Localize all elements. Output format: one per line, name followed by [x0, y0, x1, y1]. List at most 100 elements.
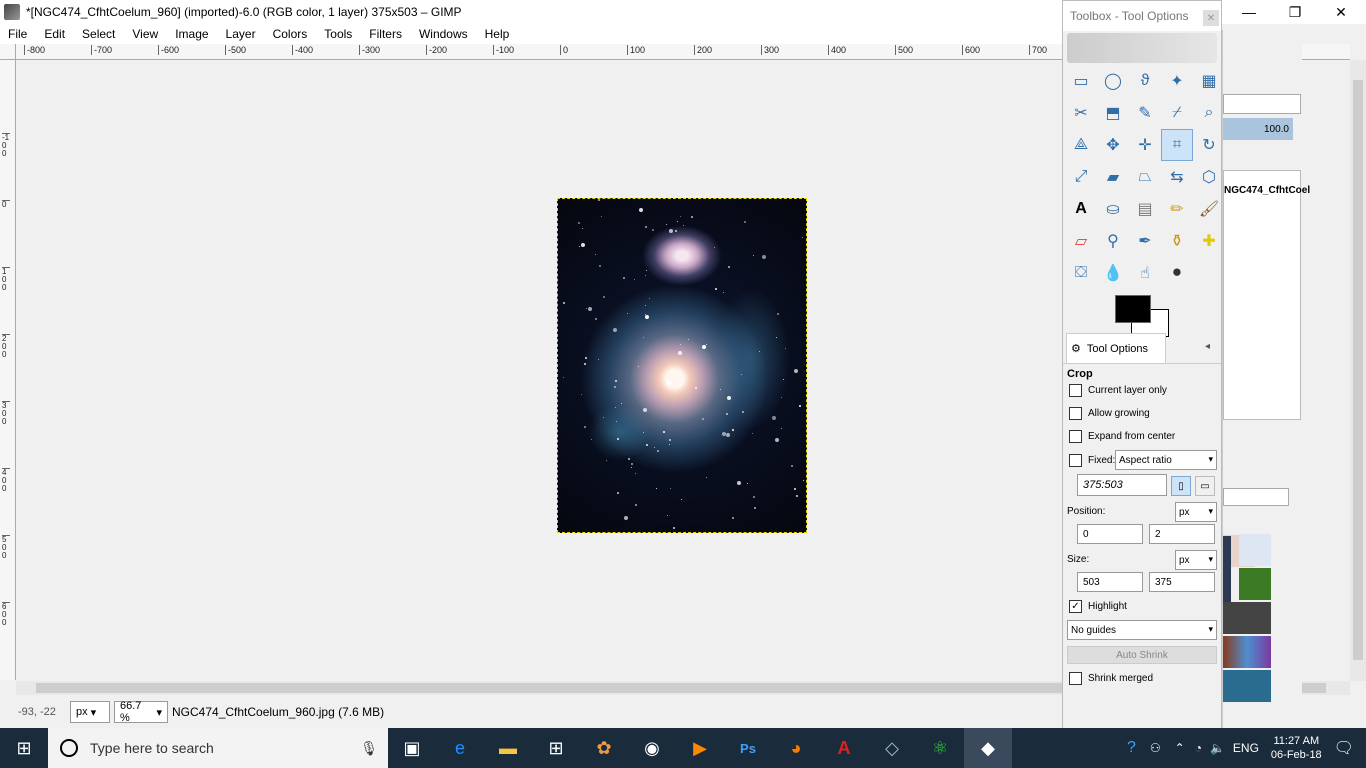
start-button[interactable]: ⊞ — [0, 728, 48, 768]
gradient-icon[interactable]: ▤ — [1129, 193, 1161, 225]
zoom-select[interactable]: 66.7 % ▾ — [114, 700, 168, 724]
expand-from-center-row[interactable]: Expand from center — [1069, 430, 1175, 443]
fuzzy-select-icon[interactable]: ✦ — [1161, 65, 1193, 97]
foreground-color-swatch[interactable] — [1115, 295, 1151, 323]
menu-help[interactable]: Help — [485, 27, 510, 41]
position-unit-select[interactable]: px ▾ — [1175, 502, 1217, 522]
ruler-corner[interactable] — [0, 44, 16, 60]
microphone-icon[interactable]: 🎙 — [360, 740, 378, 757]
rect-select-icon[interactable]: ▭ — [1065, 65, 1097, 97]
text-icon[interactable]: A — [1065, 193, 1097, 225]
size-width-field[interactable]: 503 — [1077, 572, 1143, 592]
brush-select[interactable] — [1223, 488, 1289, 506]
menu-image[interactable]: Image — [175, 27, 208, 41]
select-by-color-icon[interactable]: ▦ — [1193, 65, 1225, 97]
minimize-button[interactable]: — — [1226, 0, 1272, 24]
ellipse-select-icon[interactable]: ◯ — [1097, 65, 1129, 97]
auto-shrink-button[interactable]: Auto Shrink — [1067, 646, 1217, 664]
close-button[interactable]: ✕ — [1318, 0, 1364, 24]
tab-menu-icon[interactable]: ◂ — [1205, 341, 1210, 352]
portrait-icon[interactable]: ▯ — [1171, 476, 1191, 496]
flip-icon[interactable]: ⇆ — [1161, 161, 1193, 193]
menu-filters[interactable]: Filters — [369, 27, 402, 41]
foreground-select-icon[interactable]: ⬒ — [1097, 97, 1129, 129]
ink-icon[interactable]: ✒ — [1129, 225, 1161, 257]
pattern-swatch[interactable] — [1223, 670, 1271, 702]
vertical-scrollbar[interactable] — [1350, 60, 1366, 681]
rotate-icon[interactable]: ↻ — [1193, 129, 1225, 161]
position-y-field[interactable]: 2 — [1149, 524, 1215, 544]
pattern-swatch[interactable] — [1239, 534, 1271, 566]
photoshop-icon[interactable]: Ps — [724, 728, 772, 768]
scissors-select-icon[interactable]: ✂ — [1065, 97, 1097, 129]
opacity-field[interactable]: 100.0 — [1223, 118, 1293, 140]
eraser-icon[interactable]: ▱ — [1065, 225, 1097, 257]
pencil-icon[interactable]: ✏ — [1161, 193, 1193, 225]
photos-app-icon[interactable]: ✿ — [580, 728, 628, 768]
volume-icon[interactable]: 🔈 — [1210, 741, 1225, 755]
menu-file[interactable]: File — [8, 27, 27, 41]
allow-growing-checkbox[interactable] — [1069, 407, 1082, 420]
clone-icon[interactable]: ⚱ — [1161, 225, 1193, 257]
align-icon[interactable]: ✛ — [1129, 129, 1161, 161]
chevron-up-icon[interactable]: ⌃ — [1175, 741, 1185, 755]
mode-select[interactable] — [1223, 94, 1301, 114]
menu-view[interactable]: View — [132, 27, 158, 41]
autocad-icon[interactable]: A — [820, 728, 868, 768]
menu-tools[interactable]: Tools — [324, 27, 352, 41]
firefox-icon[interactable]: ◕ — [772, 728, 820, 768]
scale-icon[interactable]: ⤢ — [1065, 161, 1097, 193]
menu-colors[interactable]: Colors — [273, 27, 308, 41]
task-view-icon[interactable]: ▣ — [388, 728, 436, 768]
shear-icon[interactable]: ▰ — [1097, 161, 1129, 193]
cage-transform-icon[interactable]: ⬡ — [1193, 161, 1225, 193]
zoom-icon[interactable]: ⌕ — [1193, 97, 1225, 129]
media-player-icon[interactable]: ▶ — [676, 728, 724, 768]
network-icon[interactable]: ◔ — [1195, 741, 1202, 755]
pattern-swatch[interactable] — [1223, 536, 1231, 602]
people-icon[interactable]: ⚇ — [1150, 741, 1161, 755]
camera-app-icon[interactable]: ◉ — [628, 728, 676, 768]
fixed-row[interactable]: Fixed: — [1069, 454, 1115, 467]
size-height-field[interactable]: 375 — [1149, 572, 1215, 592]
guides-select[interactable]: No guides ▾ — [1067, 620, 1217, 640]
fixed-mode-select[interactable]: Aspect ratio ▾ — [1115, 450, 1217, 470]
position-x-field[interactable]: 0 — [1077, 524, 1143, 544]
allow-growing-row[interactable]: Allow growing — [1069, 407, 1150, 420]
menu-layer[interactable]: Layer — [226, 27, 256, 41]
aspect-ratio-field[interactable]: 375:503 — [1077, 474, 1167, 496]
size-unit-select[interactable]: px ▾ — [1175, 550, 1217, 570]
language-indicator[interactable]: ENG — [1233, 741, 1259, 755]
store-icon[interactable]: ⊞ — [532, 728, 580, 768]
move-icon[interactable]: ✥ — [1097, 129, 1129, 161]
edge-icon[interactable]: e — [436, 728, 484, 768]
tab-tool-options[interactable]: ⚙ Tool Options — [1066, 333, 1166, 363]
highlight-row[interactable]: ✓ Highlight — [1069, 600, 1127, 613]
galaxy-image-layer[interactable] — [557, 198, 807, 533]
taskbar-search[interactable]: Type here to search 🎙 — [48, 728, 388, 768]
blur-icon[interactable]: 💧 — [1097, 257, 1129, 289]
current-layer-only-row[interactable]: Current layer only — [1069, 384, 1167, 397]
notifications-icon[interactable]: 🗨 — [1334, 738, 1354, 758]
paths-icon[interactable]: ✎ — [1129, 97, 1161, 129]
heal-icon[interactable]: ✚ — [1193, 225, 1225, 257]
perspective-clone-icon[interactable]: ⛋ — [1065, 257, 1097, 289]
gimp-taskbar-icon[interactable]: ◆ — [964, 728, 1012, 768]
shrink-merged-row[interactable]: Shrink merged — [1069, 672, 1153, 685]
toolbox-close-icon[interactable]: ✕ — [1203, 10, 1219, 26]
perspective-icon[interactable]: ⏢ — [1129, 161, 1161, 193]
dodge-burn-icon[interactable]: ⚫ — [1161, 257, 1193, 289]
menu-windows[interactable]: Windows — [419, 27, 468, 41]
crop-icon[interactable]: ⌗ — [1161, 129, 1193, 161]
color-picker-icon[interactable]: ⌿ — [1161, 97, 1193, 129]
free-select-icon[interactable]: ϑ — [1129, 65, 1161, 97]
paintbrush-icon[interactable]: 🖌 — [1193, 193, 1225, 225]
unit-select[interactable]: px ▾ — [70, 701, 110, 723]
airbrush-icon[interactable]: ⚲ — [1097, 225, 1129, 257]
bucket-fill-icon[interactable]: ⛀ — [1097, 193, 1129, 225]
menu-edit[interactable]: Edit — [44, 27, 65, 41]
highlight-checkbox[interactable]: ✓ — [1069, 600, 1082, 613]
expand-from-center-checkbox[interactable] — [1069, 430, 1082, 443]
fixed-checkbox[interactable] — [1069, 454, 1082, 467]
file-explorer-icon[interactable]: ▬ — [484, 728, 532, 768]
